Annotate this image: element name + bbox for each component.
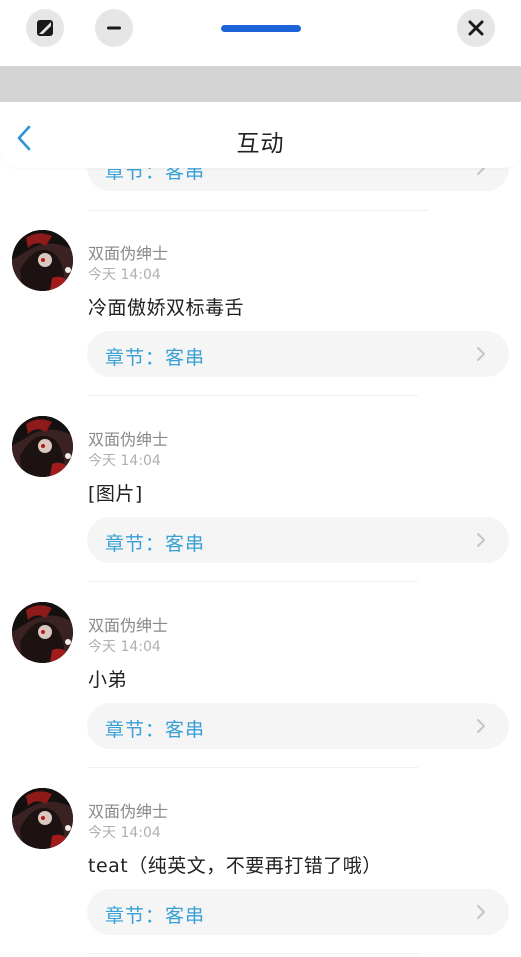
timestamp: 今天 14:04	[88, 639, 161, 655]
aspect-ratio-icon	[37, 20, 53, 36]
chapter-label: 章节：客串	[105, 533, 206, 555]
status-strip	[0, 66, 521, 102]
avatar-image	[12, 602, 73, 663]
window-chrome	[0, 0, 521, 66]
chevron-right-icon	[477, 905, 485, 919]
avatar[interactable]	[12, 602, 73, 663]
drag-handle[interactable]	[221, 25, 301, 32]
message-text: 小弟	[88, 669, 128, 691]
timestamp: 今天 14:04	[88, 453, 161, 469]
interaction-feed[interactable]: 章节：客串 双面伪绅士 今天 14:04 冷面傲娇双标毒舌 章节：客串 双面伪绅…	[0, 102, 521, 957]
avatar-image	[12, 416, 73, 477]
username[interactable]: 双面伪绅士	[88, 240, 168, 264]
username[interactable]: 双面伪绅士	[88, 612, 168, 636]
message-text: teat（纯英文，不要再打错了哦）	[88, 855, 382, 877]
timestamp: 今天 14:04	[88, 825, 161, 841]
avatar[interactable]	[12, 230, 73, 291]
chapter-label: 章节：客串	[105, 905, 206, 927]
list-item: 双面伪绅士 今天 14:04 [图片] 章节：客串	[0, 396, 521, 582]
chapter-label: 章节：客串	[105, 347, 206, 369]
chevron-right-icon	[477, 719, 485, 733]
list-item: 双面伪绅士 今天 14:04 teat（纯英文，不要再打错了哦） 章节：客串	[0, 768, 521, 954]
page-title: 互动	[236, 131, 285, 157]
message-text: 冷面傲娇双标毒舌	[88, 297, 245, 319]
aspect-ratio-button[interactable]	[26, 9, 64, 47]
chevron-right-icon	[477, 347, 485, 361]
chapter-link[interactable]: 章节：客串	[87, 703, 509, 749]
divider	[88, 953, 418, 954]
chapter-link[interactable]: 章节：客串	[87, 889, 509, 935]
close-icon	[468, 20, 484, 36]
chapter-label: 章节：客串	[105, 719, 206, 741]
chapter-link[interactable]: 章节：客串	[87, 517, 509, 563]
username[interactable]: 双面伪绅士	[88, 798, 168, 822]
message-text: [图片]	[88, 483, 143, 505]
list-item: 双面伪绅士 今天 14:04 冷面傲娇双标毒舌 章节：客串	[0, 210, 521, 396]
minimize-button[interactable]	[95, 9, 133, 47]
avatar[interactable]	[12, 788, 73, 849]
avatar-image	[12, 230, 73, 291]
timestamp: 今天 14:04	[88, 267, 161, 283]
chapter-link[interactable]: 章节：客串	[87, 331, 509, 377]
chevron-right-icon	[477, 533, 485, 547]
username[interactable]: 双面伪绅士	[88, 426, 168, 450]
close-button[interactable]	[457, 9, 495, 47]
minimize-icon	[107, 26, 121, 30]
list-item: 双面伪绅士 今天 14:04 小弟 章节：客串	[0, 582, 521, 768]
avatar[interactable]	[12, 416, 73, 477]
avatar-image	[12, 788, 73, 849]
page-header: 互动	[0, 102, 521, 168]
